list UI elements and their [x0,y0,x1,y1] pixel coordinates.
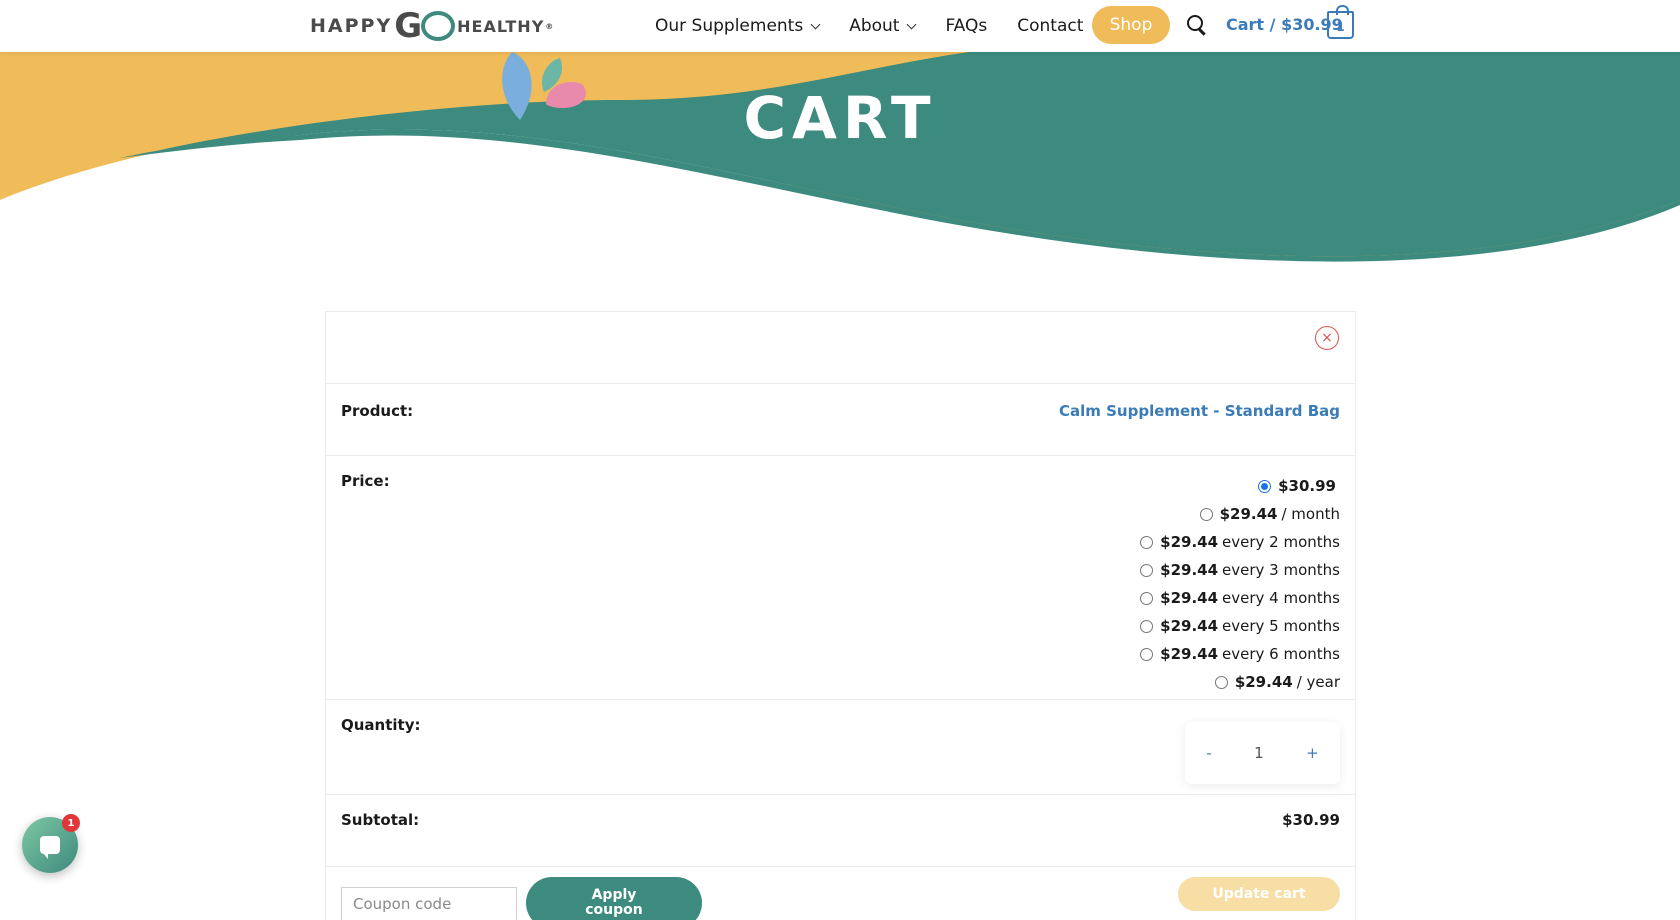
price-options: $30.99 $29.44 / month $29.44 every 2 mon… [1140,472,1340,699]
update-cart-button[interactable]: Update cart [1178,877,1340,911]
site-logo[interactable]: HAPPY G HEALTHY ® [310,8,554,44]
radio-button[interactable] [1199,507,1213,521]
radio-button[interactable] [1140,591,1154,605]
chevron-down-icon [810,19,821,29]
shop-button[interactable]: Shop [1092,6,1170,44]
nav-contact[interactable]: Contact [1017,16,1083,36]
cart-row-price: Price: $30.99 $29.44 / month $29.44 ever… [326,456,1355,700]
nav-faqs[interactable]: FAQs [945,16,987,36]
quantity-label: Quantity: [341,716,421,734]
remove-item-button[interactable]: × [1315,326,1339,350]
cart-table: × Product: Calm Supplement - Standard Ba… [325,311,1356,920]
qty-minus-button[interactable]: - [1206,744,1211,762]
radio-button[interactable] [1140,563,1154,577]
price-option-4-months[interactable]: $29.44 every 4 months [1140,584,1340,612]
price-option-month[interactable]: $29.44 / month [1199,500,1340,528]
price-option-year[interactable]: $29.44 / year [1214,668,1340,696]
cart-count: 1 [1336,20,1345,34]
chevron-down-icon [907,19,917,29]
cart-row-subtotal: Subtotal: $30.99 [326,795,1355,867]
price-option-one-time[interactable]: $30.99 [1258,472,1340,500]
radio-button[interactable] [1214,675,1228,689]
logo-o-icon [421,11,456,41]
search-icon[interactable] [1186,14,1208,36]
chat-icon [40,836,60,859]
price-option-5-months[interactable]: $29.44 every 5 months [1140,612,1340,640]
price-option-6-months[interactable]: $29.44 every 6 months [1140,640,1340,668]
cart-bag-icon[interactable]: 1 [1327,5,1354,39]
radio-button[interactable] [1140,619,1154,633]
product-label: Product: [341,402,414,420]
nav-our-supplements[interactable]: Our Supplements [655,16,821,36]
cart-row-quantity: Quantity: - 1 + [326,700,1355,795]
radio-button[interactable] [1140,647,1154,661]
price-option-2-months[interactable]: $29.44 every 2 months [1140,528,1340,556]
qty-input[interactable]: 1 [1254,744,1264,762]
page-title: CART [743,84,937,152]
cart-link[interactable]: Cart / $30.99 [1226,15,1343,34]
product-link[interactable]: Calm Supplement - Standard Bag [1059,402,1340,420]
cart-row-actions: Apply coupon Update cart [326,867,1355,920]
radio-button[interactable] [1258,479,1272,493]
chat-notification-badge: 1 [62,814,80,832]
subtotal-value: $30.99 [1282,811,1340,829]
cart-row-product: Product: Calm Supplement - Standard Bag [326,384,1355,456]
quantity-stepper: - 1 + [1185,722,1340,784]
site-header: HAPPY G HEALTHY ® Our Supplements About F… [0,0,1680,52]
price-label: Price: [341,472,390,490]
coupon-input[interactable] [341,887,517,920]
radio-button[interactable] [1140,535,1154,549]
cart-row-remove: × [326,312,1355,384]
price-option-3-months[interactable]: $29.44 every 3 months [1140,556,1340,584]
subtotal-label: Subtotal: [341,811,420,829]
nav-about[interactable]: About [849,16,917,36]
main-nav: Our Supplements About FAQs Contact [655,0,1113,52]
apply-coupon-button[interactable]: Apply coupon [526,877,702,920]
qty-plus-button[interactable]: + [1306,744,1319,762]
